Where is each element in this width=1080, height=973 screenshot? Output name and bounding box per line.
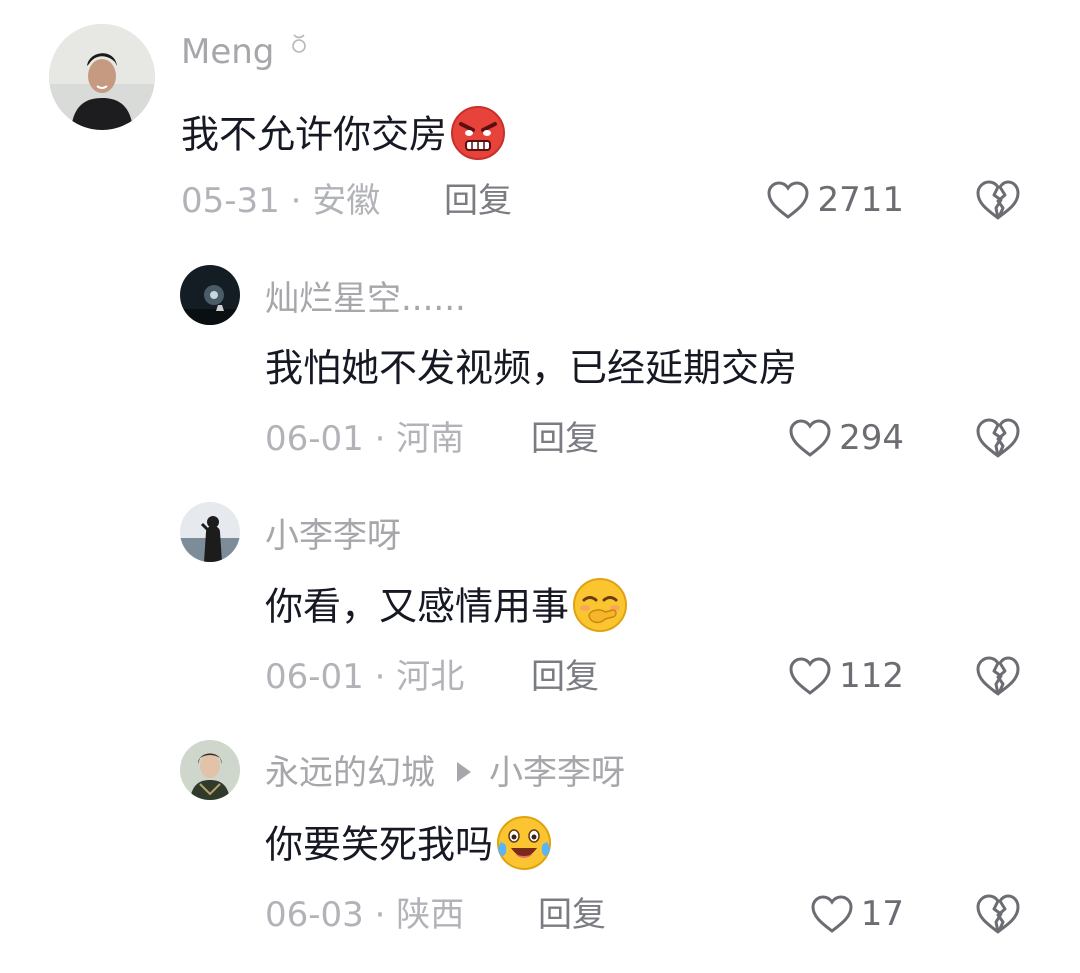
avatar[interactable] (180, 265, 240, 325)
angry-face-icon (449, 104, 507, 162)
comment-text-content: 你要笑死我吗 (265, 822, 494, 867)
username: 永远的幻城 小李李呀 (265, 753, 625, 793)
comment-date: 06-01 (265, 419, 364, 459)
avatar[interactable] (49, 24, 155, 130)
comment-location: 河北 (396, 657, 465, 697)
reply-button[interactable]: 回复 (531, 657, 599, 697)
broken-heart-icon (976, 418, 1020, 458)
username[interactable]: Meng (181, 32, 310, 72)
comment-text-content: 我不允许你交房 (181, 112, 448, 157)
heart-icon (767, 181, 809, 219)
dislike-button[interactable] (974, 654, 1022, 698)
like-count: 112 (839, 656, 904, 696)
username[interactable]: 小李李呀 (265, 516, 401, 556)
comment-location: 河南 (396, 419, 465, 459)
comment-date: 06-01 (265, 657, 364, 697)
comment-date: 06-03 (265, 895, 364, 935)
comment-location: 陕西 (396, 895, 465, 935)
reply-to-username[interactable]: 小李李呀 (489, 753, 625, 793)
comment-meta: 05-31 · 安徽 (181, 181, 380, 221)
like-button[interactable]: 2711 (765, 179, 904, 221)
broken-heart-icon (976, 656, 1020, 696)
like-button[interactable]: 17 (809, 893, 904, 935)
dislike-button[interactable] (974, 178, 1022, 222)
comment-text: 我不允许你交房 (181, 106, 507, 166)
comment-meta: 06-01 · 河北 (265, 657, 464, 697)
reply-button[interactable]: 回复 (538, 895, 606, 935)
dislike-button[interactable] (974, 892, 1022, 936)
meta-separator: · (374, 419, 386, 459)
username[interactable]: 灿烂星空...... (265, 279, 466, 319)
avatar[interactable] (180, 502, 240, 562)
like-button[interactable]: 294 (787, 417, 904, 459)
meta-separator: · (374, 657, 386, 697)
badge-icon (292, 34, 307, 53)
comment-text-content: 你看，又感情用事 (265, 584, 570, 629)
like-count: 2711 (817, 180, 904, 220)
meta-separator: · (374, 895, 386, 935)
broken-heart-icon (976, 894, 1020, 934)
heart-icon (789, 657, 831, 695)
comment-meta: 06-03 · 陕西 (265, 895, 464, 935)
tears-of-joy-face-icon (495, 814, 553, 872)
meta-separator: · (290, 181, 302, 221)
comment-date: 05-31 (181, 181, 280, 221)
heart-icon (789, 419, 831, 457)
username-text: Meng (181, 32, 275, 72)
comment-text: 你看，又感情用事 (265, 578, 629, 638)
comment-location: 安徽 (312, 181, 381, 221)
heart-icon (811, 895, 853, 933)
avatar[interactable] (180, 740, 240, 800)
comment-text: 我怕她不发视频，已经延期交房 (265, 345, 797, 391)
smirk-hand-face-icon (571, 576, 629, 634)
reply-arrow-icon (457, 761, 471, 782)
reply-button[interactable]: 回复 (444, 181, 512, 221)
reply-button[interactable]: 回复 (531, 419, 599, 459)
like-count: 294 (839, 418, 904, 458)
comment-text: 你要笑死我吗 (265, 816, 553, 876)
comment-text-content: 我怕她不发视频，已经延期交房 (265, 346, 798, 390)
username-text[interactable]: 永远的幻城 (265, 753, 435, 793)
like-count: 17 (860, 894, 904, 934)
dislike-button[interactable] (974, 416, 1022, 460)
broken-heart-icon (976, 180, 1020, 220)
comment-meta: 06-01 · 河南 (265, 419, 464, 459)
like-button[interactable]: 112 (787, 655, 904, 697)
